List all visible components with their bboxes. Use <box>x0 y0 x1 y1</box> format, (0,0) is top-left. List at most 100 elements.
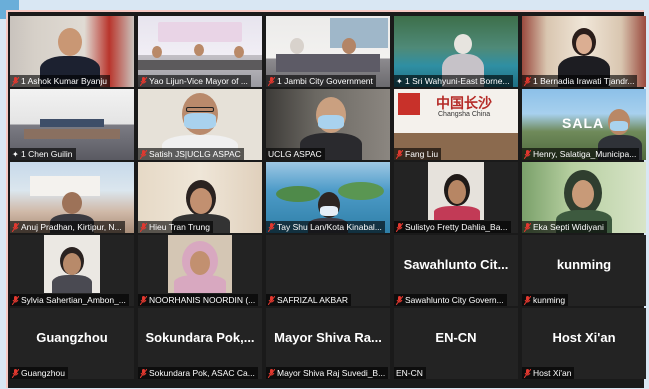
participant-name: 1 Bernadia Irawati Tjandr... <box>533 76 635 86</box>
participant-name-tag: Yao Lijun-Vice Mayor of ... <box>138 75 251 87</box>
mic-muted-icon[interactable] <box>523 149 532 159</box>
participant-tile[interactable]: Eka Septi Widiyani <box>522 162 646 233</box>
participant-name-tag: Sawahlunto City Govern... <box>394 294 507 306</box>
participant-tile[interactable]: Yao Lijun-Vice Mayor of ... <box>138 16 262 87</box>
mic-muted-icon[interactable] <box>139 76 148 86</box>
participant-tile[interactable]: Anuj Pradhan, Kirtipur, N... <box>10 162 134 233</box>
video-off-display-name: EN-CN <box>435 330 477 345</box>
video-off-display-name: Mayor Shiva Ra... <box>274 330 382 345</box>
participant-name-tag: Eka Septi Widiyani <box>522 221 607 233</box>
video-off-display-name: kunming <box>556 257 612 272</box>
mic-muted-icon[interactable] <box>267 368 276 378</box>
participant-tile[interactable]: SALA Henry, Salatiga_Municipa... <box>522 89 646 160</box>
participant-name: Satish JS|UCLG ASPAC <box>149 149 241 159</box>
participant-tile[interactable]: Sawahlunto Cit... Sawahlunto City Govern… <box>394 235 518 306</box>
participant-name-tag: EN-CN <box>394 367 426 379</box>
pin-icon: ✦ <box>396 76 403 86</box>
mic-muted-icon[interactable] <box>395 295 404 305</box>
participant-tile[interactable]: 1 Ashok Kumar Byanju <box>10 16 134 87</box>
participant-name-tag: Host Xi'an <box>522 367 575 379</box>
participant-name: Tay Shu Lan/Kota Kinabal... <box>277 222 382 232</box>
mic-muted-icon[interactable] <box>11 295 20 305</box>
participant-name: kunming <box>533 295 566 305</box>
mic-muted-icon[interactable] <box>267 295 276 305</box>
participant-tile[interactable]: Guangzhou Guangzhou <box>10 308 134 379</box>
participant-tile[interactable]: ✦ 1 Chen Guilin <box>10 89 134 160</box>
participant-name-tag: Sylvia Sahertian_Ambon_... <box>10 294 129 306</box>
participant-name: NOORHANIS NOORDIN (... <box>149 295 256 305</box>
participant-name-tag: 1 Jambi City Government <box>266 75 376 87</box>
participant-name-tag: Sokundara Pok, ASAC Ca... <box>138 367 258 379</box>
participant-tile[interactable]: Host Xi'an Host Xi'an <box>522 308 646 379</box>
participant-name: 1 Jambi City Government <box>277 76 373 86</box>
participant-name-tag: 1 Ashok Kumar Byanju <box>10 75 110 87</box>
participant-grid: 1 Ashok Kumar Byanju Yao Lijun-Vice Mayo… <box>10 16 646 379</box>
participant-name-tag: Hieu Tran Trung <box>138 221 213 233</box>
participant-tile[interactable]: Mayor Shiva Ra... Mayor Shiva Raj Suvedi… <box>266 308 390 379</box>
mic-muted-icon[interactable] <box>395 222 404 232</box>
changsha-sign-cn: 中国长沙 <box>436 95 492 111</box>
mic-muted-icon[interactable] <box>267 76 276 86</box>
participant-name-tag: ✦ 1 Chen Guilin <box>10 148 76 160</box>
participant-name-tag: Satish JS|UCLG ASPAC <box>138 148 244 160</box>
participant-tile[interactable]: Hieu Tran Trung <box>138 162 262 233</box>
participant-name: Hieu Tran Trung <box>149 222 210 232</box>
participant-tile[interactable]: Satish JS|UCLG ASPAC <box>138 89 262 160</box>
participant-name: Sokundara Pok, ASAC Ca... <box>149 368 255 378</box>
mic-muted-icon[interactable] <box>523 76 532 86</box>
participant-tile[interactable]: Sylvia Sahertian_Ambon_... <box>10 235 134 306</box>
participant-tile-active-speaker[interactable]: 1 Bernadia Irawati Tjandr... <box>522 16 646 87</box>
pin-icon: ✦ <box>12 149 19 159</box>
participant-name: Mayor Shiva Raj Suvedi_B... <box>277 368 386 378</box>
participant-name-tag: UCLG ASPAC <box>266 148 325 160</box>
participant-name-tag: Tay Shu Lan/Kota Kinabal... <box>266 221 385 233</box>
participant-name: 1 Sri Wahyuni-East Borne... <box>405 76 510 86</box>
participant-name: Guangzhou <box>21 368 65 378</box>
participant-name: Henry, Salatiga_Municipa... <box>533 149 637 159</box>
mic-muted-icon[interactable] <box>523 222 532 232</box>
participant-name-tag: kunming <box>522 294 569 306</box>
participant-name-tag: Guangzhou <box>10 367 68 379</box>
participant-name: Yao Lijun-Vice Mayor of ... <box>149 76 248 86</box>
participant-tile[interactable]: UCLG ASPAC <box>266 89 390 160</box>
participant-tile[interactable]: 1 Jambi City Government <box>266 16 390 87</box>
mic-muted-icon[interactable] <box>139 222 148 232</box>
participant-tile[interactable]: Sulistyo Fretty Dahlia_Ba... <box>394 162 518 233</box>
participant-tile[interactable]: kunming kunming <box>522 235 646 306</box>
participant-name-tag: Fang Liu <box>394 148 442 160</box>
mic-muted-icon[interactable] <box>267 222 276 232</box>
mic-muted-icon[interactable] <box>11 368 20 378</box>
video-off-display-name: Sawahlunto Cit... <box>403 257 509 272</box>
participant-name: EN-CN <box>396 368 423 378</box>
participant-name-tag: 1 Bernadia Irawati Tjandr... <box>522 75 638 87</box>
participant-tile[interactable]: SAFRIZAL AKBAR <box>266 235 390 306</box>
changsha-sign-en: Changsha China <box>438 111 491 118</box>
participant-name: SAFRIZAL AKBAR <box>277 295 349 305</box>
participant-name: Sylvia Sahertian_Ambon_... <box>21 295 126 305</box>
participant-tile[interactable]: NOORHANIS NOORDIN (... <box>138 235 262 306</box>
participant-tile[interactable]: ✦ 1 Sri Wahyuni-East Borne... <box>394 16 518 87</box>
participant-tile[interactable]: EN-CN EN-CN <box>394 308 518 379</box>
mic-muted-icon[interactable] <box>11 222 20 232</box>
participant-name: 1 Chen Guilin <box>21 149 73 159</box>
mic-muted-icon[interactable] <box>139 368 148 378</box>
participant-name-tag: SAFRIZAL AKBAR <box>266 294 352 306</box>
mic-muted-icon[interactable] <box>395 149 404 159</box>
mic-muted-icon[interactable] <box>523 368 532 378</box>
participant-tile[interactable]: Sokundara Pok,... Sokundara Pok, ASAC Ca… <box>138 308 262 379</box>
participant-tile[interactable]: Tay Shu Lan/Kota Kinabal... <box>266 162 390 233</box>
participant-tile[interactable]: 中国长沙 Changsha China Fang Liu <box>394 89 518 160</box>
mic-muted-icon[interactable] <box>139 149 148 159</box>
participant-name: UCLG ASPAC <box>268 149 322 159</box>
mic-muted-icon[interactable] <box>523 295 532 305</box>
participant-name-tag: Henry, Salatiga_Municipa... <box>522 148 640 160</box>
participant-name-tag: ✦ 1 Sri Wahyuni-East Borne... <box>394 75 513 87</box>
mic-muted-icon[interactable] <box>11 76 20 86</box>
participant-name: Anuj Pradhan, Kirtipur, N... <box>21 222 122 232</box>
participant-name-tag: NOORHANIS NOORDIN (... <box>138 294 259 306</box>
participant-name: Sulistyo Fretty Dahlia_Ba... <box>405 222 508 232</box>
participant-name-tag: Sulistyo Fretty Dahlia_Ba... <box>394 221 511 233</box>
video-off-display-name: Guangzhou <box>36 330 108 345</box>
gallery-view: 1 Ashok Kumar Byanju Yao Lijun-Vice Mayo… <box>6 10 646 388</box>
mic-muted-icon[interactable] <box>139 295 148 305</box>
